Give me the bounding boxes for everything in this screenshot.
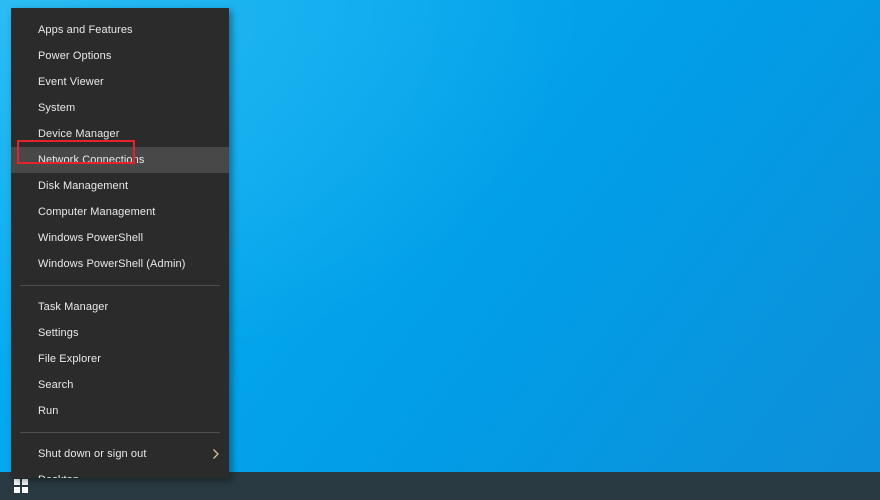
menu-item-label: Event Viewer: [38, 75, 104, 88]
menu-item-desktop[interactable]: Desktop: [11, 467, 229, 479]
menu-item-label: Device Manager: [38, 127, 120, 140]
menu-item-label: Computer Management: [38, 205, 156, 218]
menu-item-label: Task Manager: [38, 300, 109, 313]
windows-logo-icon: [13, 479, 29, 493]
menu-item-label: Windows PowerShell (Admin): [38, 257, 186, 270]
menu-item-file-explorer[interactable]: File Explorer: [11, 346, 229, 372]
menu-item-label: Windows PowerShell: [38, 231, 144, 244]
menu-separator: [20, 285, 220, 286]
menu-item-label: Settings: [38, 326, 79, 339]
menu-item-search[interactable]: Search: [11, 372, 229, 398]
menu-group-system: Apps and Features Power Options Event Vi…: [11, 17, 229, 277]
menu-item-label: Network Connections: [38, 153, 145, 166]
menu-item-label: System: [38, 101, 76, 114]
menu-item-run[interactable]: Run: [11, 398, 229, 424]
menu-item-label: Desktop: [38, 474, 79, 479]
screen: Apps and Features Power Options Event Vi…: [0, 0, 880, 500]
menu-item-device-manager[interactable]: Device Manager: [11, 121, 229, 147]
menu-item-computer-management[interactable]: Computer Management: [11, 199, 229, 225]
menu-item-label: Run: [38, 404, 59, 417]
menu-item-event-viewer[interactable]: Event Viewer: [11, 69, 229, 95]
menu-group-tools: Task Manager Settings File Explorer Sear…: [11, 294, 229, 424]
menu-group-session: Shut down or sign out Desktop: [11, 441, 229, 478]
menu-item-apps-and-features[interactable]: Apps and Features: [11, 17, 229, 43]
menu-item-shut-down-or-sign-out[interactable]: Shut down or sign out: [11, 441, 229, 467]
menu-separator: [20, 432, 220, 433]
menu-item-label: Shut down or sign out: [38, 447, 147, 460]
menu-item-label: Power Options: [38, 49, 112, 62]
menu-item-network-connections[interactable]: Network Connections: [11, 147, 229, 173]
winx-context-menu: Apps and Features Power Options Event Vi…: [11, 8, 229, 478]
menu-item-windows-powershell[interactable]: Windows PowerShell: [11, 225, 229, 251]
menu-item-disk-management[interactable]: Disk Management: [11, 173, 229, 199]
menu-item-system[interactable]: System: [11, 95, 229, 121]
menu-item-label: Apps and Features: [38, 23, 133, 36]
menu-item-label: Search: [38, 378, 74, 391]
menu-item-label: Disk Management: [38, 179, 129, 192]
menu-item-windows-powershell-admin[interactable]: Windows PowerShell (Admin): [11, 251, 229, 277]
chevron-right-icon: [211, 448, 221, 460]
menu-item-settings[interactable]: Settings: [11, 320, 229, 346]
menu-item-task-manager[interactable]: Task Manager: [11, 294, 229, 320]
menu-item-label: File Explorer: [38, 352, 102, 365]
menu-item-power-options[interactable]: Power Options: [11, 43, 229, 69]
